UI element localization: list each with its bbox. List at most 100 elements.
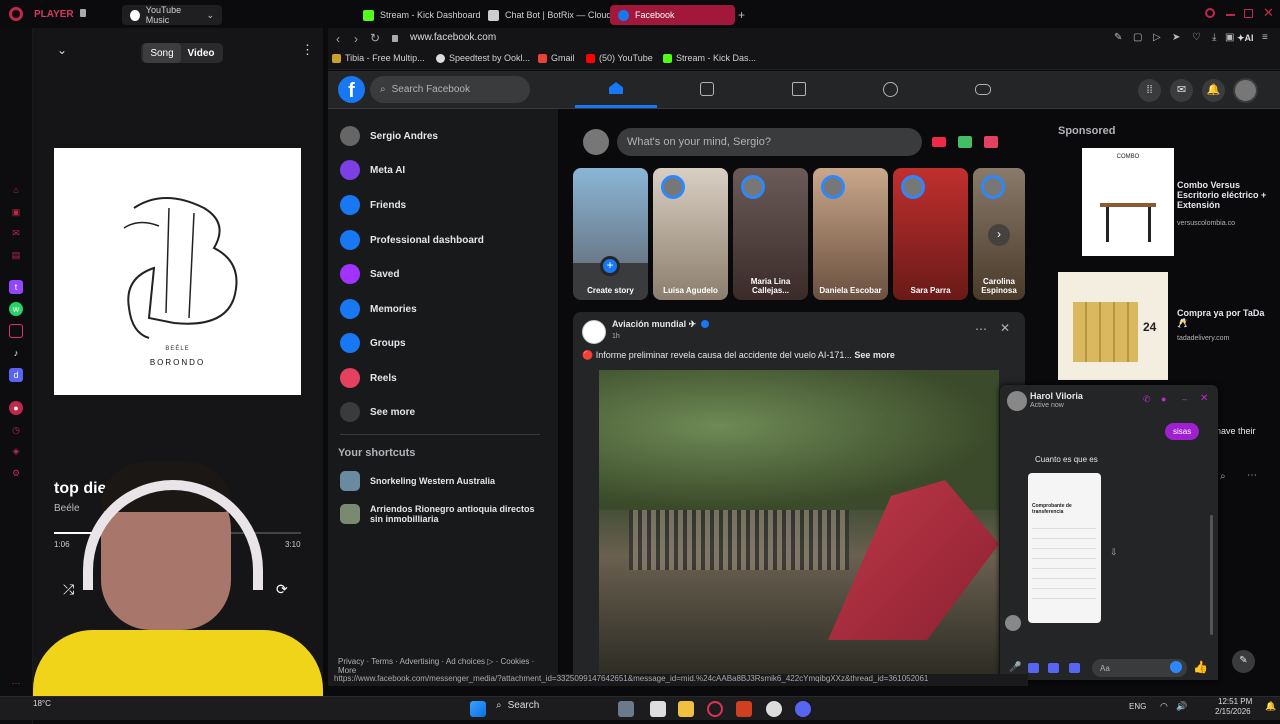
- tab-kick[interactable]: Stream - Kick Dashboard: [355, 5, 489, 25]
- tab-song[interactable]: Song: [143, 43, 181, 63]
- chrome-icon[interactable]: [766, 701, 782, 717]
- new-tab-button[interactable]: +: [738, 8, 745, 22]
- facebook-logo-icon[interactable]: f: [338, 76, 365, 103]
- messenger-icon[interactable]: ✉: [1170, 79, 1193, 102]
- shortcut-arriendos[interactable]: Arriendos Rionegro antioquia directos si…: [340, 504, 550, 524]
- post-time[interactable]: 1h: [612, 333, 620, 340]
- emoji-icon[interactable]: [1170, 661, 1182, 673]
- sidebar-item[interactable]: Meta AI: [340, 160, 405, 180]
- close-icon[interactable]: ✕: [1263, 5, 1274, 21]
- gaming-tab-icon[interactable]: [975, 84, 991, 95]
- receipt-image[interactable]: Comprobante de transferencia: [1028, 473, 1101, 623]
- tab-botrix[interactable]: Chat Bot | BotRix — Cloud: [480, 5, 619, 25]
- call-icon[interactable]: ✆: [1143, 394, 1151, 405]
- story-card[interactable]: Sara Parra: [893, 168, 968, 300]
- page-avatar[interactable]: [582, 320, 606, 344]
- forward-icon[interactable]: ›: [354, 32, 358, 46]
- collapse-chevron-icon[interactable]: ⌄: [57, 43, 67, 57]
- save-image-icon[interactable]: ⇩: [1110, 547, 1118, 558]
- post-page-name[interactable]: Aviación mundial ✈: [612, 319, 696, 330]
- widgets-icon[interactable]: [650, 701, 666, 717]
- back-icon[interactable]: ‹: [336, 32, 340, 46]
- story-card[interactable]: Maria Lina Callejas...: [733, 168, 808, 300]
- play-icon[interactable]: ▷: [1153, 32, 1161, 43]
- cube-icon[interactable]: ◈: [9, 444, 23, 458]
- chat-name[interactable]: Harol Viloria: [1030, 391, 1083, 401]
- composer-input[interactable]: What's on your mind, Sergio?: [617, 127, 922, 156]
- bookmark-tibia[interactable]: Tibia - Free Multip...: [332, 53, 425, 63]
- opera-gx-icon[interactable]: [707, 701, 723, 717]
- news-icon[interactable]: ▤: [9, 248, 23, 262]
- mic-icon[interactable]: 🎤: [1009, 662, 1021, 673]
- footer-links[interactable]: Privacy · Terms · Advertising · Ad choic…: [338, 657, 548, 675]
- clock-date[interactable]: 2/15/2026: [1215, 707, 1251, 716]
- sticker-icon[interactable]: [1048, 663, 1059, 673]
- bookmark-kick[interactable]: Stream - Kick Das...: [663, 53, 756, 63]
- stories-next-icon[interactable]: ›: [988, 224, 1010, 246]
- lock-icon[interactable]: [80, 9, 86, 17]
- ad-card[interactable]: COMBO Combo Versus Escritorio eléctrico …: [1058, 148, 1268, 258]
- pin-icon[interactable]: ✎: [1114, 32, 1122, 43]
- more-options-icon[interactable]: ⋮: [301, 42, 314, 58]
- app-icon[interactable]: [736, 701, 752, 717]
- post-close-icon[interactable]: ✕: [1000, 321, 1010, 335]
- instagram-icon[interactable]: [9, 324, 23, 338]
- explorer-icon[interactable]: [678, 701, 694, 717]
- discord-icon[interactable]: [795, 701, 811, 717]
- sidebar-item[interactable]: Reels: [340, 368, 397, 388]
- story-card[interactable]: Luisa Agudelo: [653, 168, 728, 300]
- screenshot-icon[interactable]: ▢: [1133, 32, 1142, 43]
- story-card[interactable]: Daniela Escobar: [813, 168, 888, 300]
- maximize-icon[interactable]: [1244, 9, 1253, 18]
- tiktok-icon[interactable]: ♪: [9, 346, 23, 360]
- bookmark-gmail[interactable]: Gmail: [538, 53, 575, 63]
- windows-start-icon[interactable]: [470, 701, 486, 717]
- create-story-card[interactable]: + Create story: [573, 168, 648, 300]
- image-attach-icon[interactable]: [1028, 663, 1039, 673]
- sent-bubble[interactable]: sisas: [1165, 423, 1200, 440]
- profile-avatar[interactable]: [1233, 78, 1258, 103]
- sidebar-item[interactable]: Groups: [340, 333, 406, 353]
- gif-icon[interactable]: [1069, 663, 1080, 673]
- whatsapp-icon[interactable]: w: [9, 302, 23, 316]
- like-icon[interactable]: 👍: [1193, 660, 1208, 674]
- contacts-search-icon[interactable]: ⌕: [1220, 471, 1226, 482]
- ad-card[interactable]: 24 Compra ya por TaDa 🥂 tadadelivery.com: [1058, 272, 1268, 382]
- home-tab[interactable]: [575, 71, 657, 108]
- settings-icon[interactable]: ⚙: [9, 466, 23, 480]
- menu-icon[interactable]: ≡: [1262, 32, 1268, 43]
- scrollbar[interactable]: [1210, 515, 1213, 635]
- ai-icon[interactable]: ✦AI: [1237, 33, 1254, 44]
- minimize-chat-icon[interactable]: –: [1182, 394, 1187, 404]
- notification-bell-icon[interactable]: 🔔: [1265, 701, 1276, 712]
- shortcut-snorkeling[interactable]: Snorkeling Western Australia: [340, 471, 495, 491]
- bookmark-speedtest[interactable]: Speedtest by Ookl...: [436, 53, 530, 63]
- bookmark-youtube[interactable]: (50) YouTube: [586, 53, 653, 63]
- send-icon[interactable]: ➤: [1172, 32, 1180, 43]
- live-video-icon[interactable]: [932, 136, 946, 147]
- weather-temp[interactable]: 18°C: [33, 699, 51, 708]
- composer-avatar[interactable]: [583, 128, 609, 155]
- post-more-icon[interactable]: ⋯: [975, 322, 987, 336]
- sidebar-item[interactable]: Sergio Andres: [340, 126, 438, 146]
- reload-icon[interactable]: ↻: [370, 31, 380, 45]
- wifi-icon[interactable]: ◠: [1160, 701, 1168, 712]
- url-field[interactable]: www.facebook.com: [410, 32, 496, 43]
- history-icon[interactable]: ◷: [9, 423, 23, 437]
- home-icon[interactable]: ⌂: [9, 183, 23, 197]
- sidebar-item[interactable]: Saved: [340, 264, 399, 284]
- video-tab-icon[interactable]: [700, 82, 714, 96]
- tab-facebook[interactable]: Facebook: [610, 5, 735, 25]
- profile-icon[interactable]: [1196, 32, 1199, 43]
- see-more-link[interactable]: See more: [854, 350, 895, 360]
- sidebar-item[interactable]: Professional dashboard: [340, 230, 484, 250]
- opera-logo-icon[interactable]: [9, 7, 23, 21]
- mail-icon[interactable]: ✉: [9, 226, 23, 240]
- taskview-icon[interactable]: [618, 701, 634, 717]
- chat-avatar[interactable]: [1007, 391, 1027, 411]
- groups-tab-icon[interactable]: [883, 82, 898, 97]
- download-icon[interactable]: ⤓: [1212, 32, 1216, 43]
- notifications-icon[interactable]: 🔔: [1202, 79, 1225, 102]
- menu-dots-icon[interactable]: ⋯: [9, 676, 23, 690]
- video-call-icon[interactable]: ●: [1161, 394, 1166, 404]
